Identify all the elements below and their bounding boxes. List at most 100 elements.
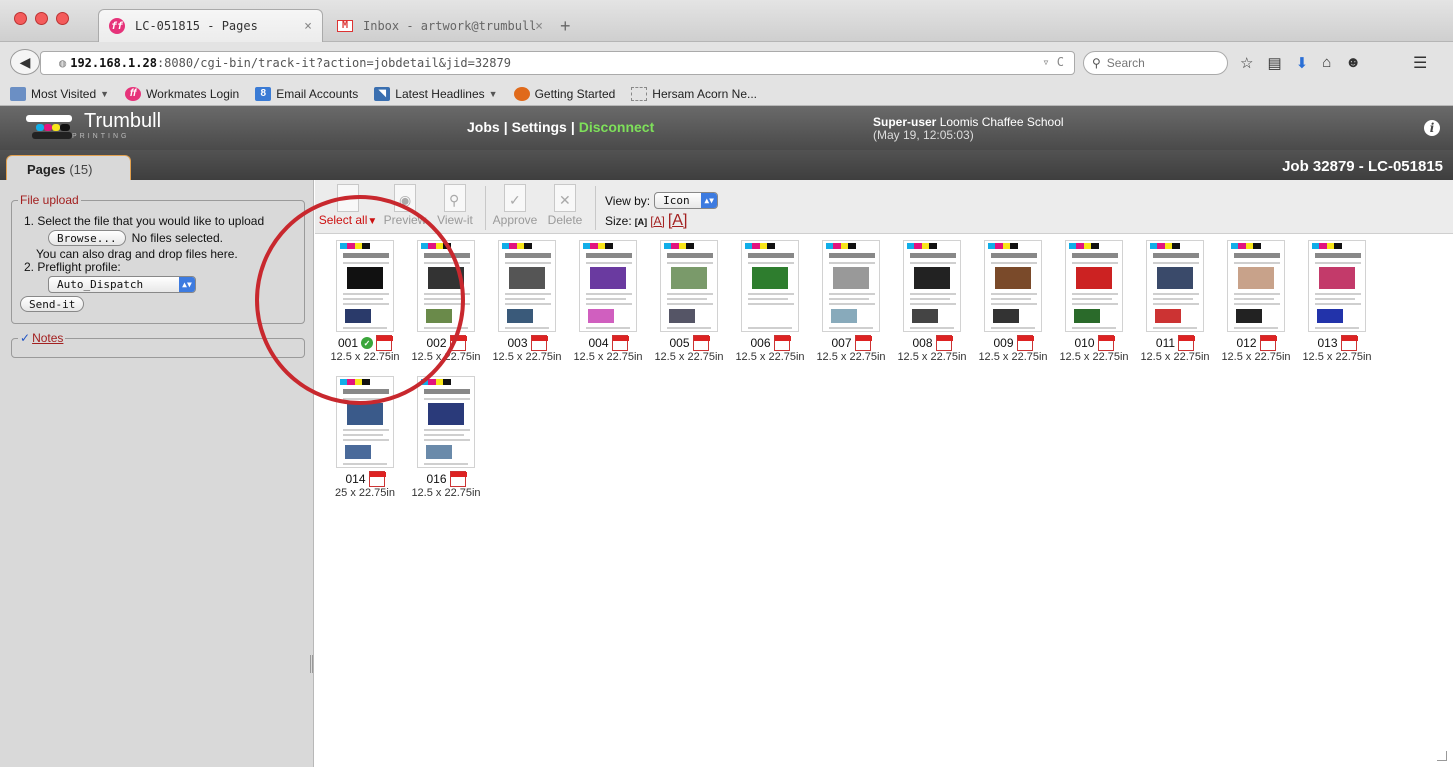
- page-thumbnail-item[interactable]: 009 12.5 x 22.75in: [973, 240, 1053, 363]
- bookmark-latest-headlines[interactable]: ◥ Latest Headlines ▼: [374, 86, 498, 101]
- page-thumbnail-image[interactable]: [498, 240, 556, 332]
- view-by-select[interactable]: Icon ▲▼: [654, 192, 719, 209]
- pdf-icon[interactable]: [1016, 335, 1034, 351]
- pdf-icon[interactable]: [449, 471, 467, 487]
- size-medium-option[interactable]: [A]: [650, 214, 665, 228]
- reload-icon[interactable]: ▿ C: [1042, 55, 1064, 69]
- pdf-icon[interactable]: [1340, 335, 1358, 351]
- page-thumbnail-item[interactable]: 012 12.5 x 22.75in: [1216, 240, 1296, 363]
- home-icon[interactable]: ⌂: [1322, 54, 1331, 72]
- page-thumbnail-image[interactable]: [741, 240, 799, 332]
- page-thumbnail-item[interactable]: 003 12.5 x 22.75in: [487, 240, 567, 363]
- page-photo: [1236, 309, 1262, 323]
- text-line: [1072, 293, 1118, 295]
- zoom-window-button[interactable]: [56, 12, 69, 25]
- bookmark-workmates-login[interactable]: ff Workmates Login: [125, 86, 239, 101]
- page-thumbnail-image[interactable]: [984, 240, 1042, 332]
- pdf-icon[interactable]: [692, 335, 710, 351]
- page-thumbnail-item[interactable]: 011 12.5 x 22.75in: [1135, 240, 1215, 363]
- page-number: 005: [669, 336, 690, 350]
- browse-button[interactable]: Browse...: [48, 230, 126, 246]
- page-masthead: [829, 253, 875, 258]
- bookmark-star-icon[interactable]: ☆: [1240, 54, 1253, 72]
- page-thumbnail-item[interactable]: 004 12.5 x 22.75in: [568, 240, 648, 363]
- page-thumbnail-item[interactable]: 013 12.5 x 22.75in: [1297, 240, 1377, 363]
- page-photo: [426, 445, 452, 459]
- text-line: [910, 293, 956, 295]
- page-thumbnail-image[interactable]: [1065, 240, 1123, 332]
- page-thumbnail-image[interactable]: [903, 240, 961, 332]
- minimize-window-button[interactable]: [35, 12, 48, 25]
- page-thumbnail-item[interactable]: 007 12.5 x 22.75in: [811, 240, 891, 363]
- page-masthead: [1072, 253, 1118, 258]
- bookmark-label: Getting Started: [534, 86, 616, 101]
- disconnect-link[interactable]: Disconnect: [579, 119, 654, 135]
- page-thumbnail-item[interactable]: 010 12.5 x 22.75in: [1054, 240, 1134, 363]
- tab-close-icon[interactable]: ×: [304, 19, 312, 34]
- page-thumbnail-image[interactable]: [417, 376, 475, 468]
- no-files-text: No files selected.: [131, 230, 223, 245]
- page-thumbnail-image[interactable]: [1308, 240, 1366, 332]
- browser-tab-inbox[interactable]: M Inbox - artwork@trumbull... ×: [326, 9, 554, 42]
- text-line: [1072, 303, 1118, 305]
- pdf-icon[interactable]: [1259, 335, 1277, 351]
- settings-link[interactable]: Settings: [512, 119, 567, 135]
- tab-close-icon[interactable]: ×: [535, 19, 543, 34]
- page-thumbnail-item[interactable]: 008 12.5 x 22.75in: [892, 240, 972, 363]
- sidebar-resize-handle[interactable]: [310, 655, 313, 673]
- page-thumbnail-item[interactable]: 005 12.5 x 22.75in: [649, 240, 729, 363]
- size-large-option[interactable]: [A]: [668, 212, 688, 230]
- page-photo: [669, 309, 695, 323]
- notes-link[interactable]: ✓ Notes: [18, 331, 66, 345]
- text-line: [505, 327, 549, 329]
- browser-tab-pages[interactable]: ff LC-051815 - Pages ×: [98, 9, 323, 42]
- page-thumbnail-image[interactable]: [1227, 240, 1285, 332]
- new-tab-button[interactable]: +: [560, 16, 571, 37]
- info-icon[interactable]: i: [1424, 120, 1440, 136]
- browser-tab-bar: ff LC-051815 - Pages × M Inbox - artwork…: [0, 0, 1453, 42]
- size-small-option[interactable]: [A]: [635, 217, 648, 227]
- pdf-icon[interactable]: [935, 335, 953, 351]
- bookmarks-menu-icon[interactable]: ▤: [1267, 54, 1281, 72]
- pdf-icon[interactable]: [530, 335, 548, 351]
- download-icon[interactable]: ⬇: [1296, 54, 1309, 72]
- chat-icon[interactable]: ☻: [1345, 54, 1361, 72]
- page-photo: [1074, 309, 1100, 323]
- delete-button[interactable]: ✕ Delete: [543, 184, 587, 227]
- tab-pages[interactable]: Pages (15): [6, 155, 131, 182]
- text-line: [829, 262, 875, 264]
- pdf-icon[interactable]: [854, 335, 872, 351]
- preflight-profile-select[interactable]: Auto_Dispatch ▲▼: [48, 276, 196, 293]
- page-thumbnail-image[interactable]: [660, 240, 718, 332]
- page-thumbnail-item[interactable]: 006 12.5 x 22.75in: [730, 240, 810, 363]
- page-photo: [590, 267, 626, 289]
- approve-button[interactable]: ✓ Approve: [489, 184, 541, 227]
- back-button[interactable]: ◀: [10, 49, 40, 75]
- pdf-icon[interactable]: [1097, 335, 1115, 351]
- page-label: 009: [973, 335, 1053, 351]
- jobs-link[interactable]: Jobs: [467, 119, 500, 135]
- pdf-icon[interactable]: [611, 335, 629, 351]
- send-it-button[interactable]: Send-it: [20, 296, 85, 312]
- search-input[interactable]: ⚲ Search: [1083, 51, 1228, 75]
- url-bar[interactable]: ◍ 192.168.1.28 :8080/cgi-bin/track-it?ac…: [40, 51, 1075, 75]
- page-thumbnail-item[interactable]: 016 12.5 x 22.75in: [406, 376, 486, 499]
- file-upload-legend: File upload: [18, 193, 81, 207]
- hamburger-menu-icon[interactable]: ☰: [1413, 53, 1427, 73]
- bookmark-getting-started[interactable]: Getting Started: [513, 86, 616, 101]
- view-it-button[interactable]: ⚲ View-it: [433, 184, 477, 227]
- pdf-icon[interactable]: [368, 471, 386, 487]
- page-thumbnail-image[interactable]: [822, 240, 880, 332]
- page-number: 011: [1155, 336, 1176, 350]
- tab-title: LC-051815 - Pages: [135, 19, 258, 33]
- page-thumbnail-image[interactable]: [1146, 240, 1204, 332]
- tab-title: Inbox - artwork@trumbull...: [363, 19, 536, 33]
- bookmark-hersam-acorn[interactable]: Hersam Acorn Ne...: [631, 86, 757, 101]
- window-resize-grip[interactable]: [1437, 751, 1447, 761]
- pdf-icon[interactable]: [773, 335, 791, 351]
- pdf-icon[interactable]: [1178, 335, 1196, 351]
- bookmark-email-accounts[interactable]: 8 Email Accounts: [255, 86, 358, 101]
- close-window-button[interactable]: [14, 12, 27, 25]
- bookmark-most-visited[interactable]: Most Visited ▼: [10, 86, 109, 101]
- page-thumbnail-image[interactable]: [579, 240, 637, 332]
